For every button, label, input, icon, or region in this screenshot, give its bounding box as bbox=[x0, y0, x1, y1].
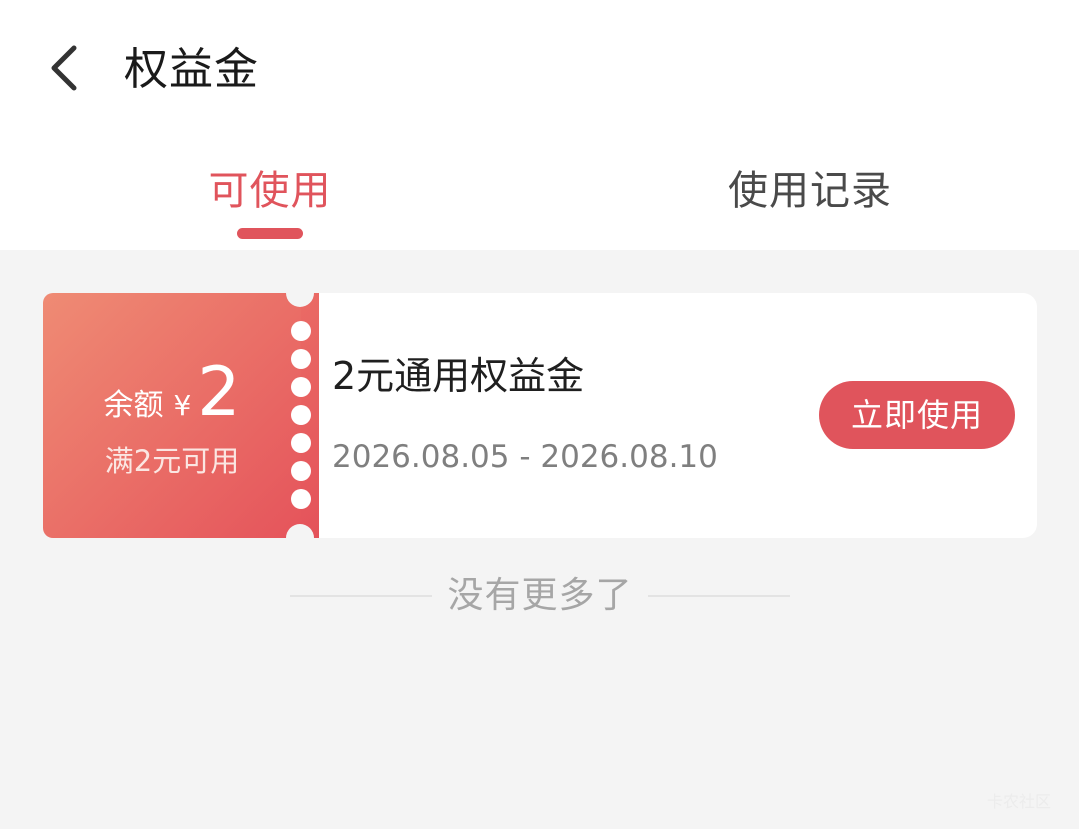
perforation-dot bbox=[291, 377, 311, 397]
tab-usage-records[interactable]: 使用记录 bbox=[690, 160, 930, 222]
use-now-button[interactable]: 立即使用 bbox=[819, 381, 1015, 449]
divider-left bbox=[290, 595, 432, 597]
coupon-validity-dates: 2026.08.05 - 2026.08.10 bbox=[332, 439, 718, 475]
perforation-dot bbox=[291, 433, 311, 453]
coupon-notch-bottom bbox=[286, 524, 314, 552]
perforation-dot bbox=[291, 461, 311, 481]
no-more-text: 没有更多了 bbox=[447, 575, 633, 616]
end-of-list-note: 没有更多了 bbox=[290, 570, 790, 622]
perforation-dot bbox=[291, 321, 311, 341]
usage-condition: 满2元可用 bbox=[104, 444, 240, 478]
balance-amount: 2 bbox=[197, 353, 241, 432]
chevron-left-icon bbox=[51, 45, 77, 91]
balance-line: 余额 ¥2 bbox=[43, 353, 301, 432]
tab-available[interactable]: 可使用 bbox=[170, 160, 370, 222]
active-tab-indicator bbox=[237, 228, 303, 239]
divider-right bbox=[648, 595, 790, 597]
back-button[interactable] bbox=[36, 36, 92, 100]
coupon-title: 2元通用权益金 bbox=[332, 354, 585, 398]
coupon-amount-panel: 余额 ¥2 满2元可用 bbox=[43, 293, 303, 538]
page-title: 权益金 bbox=[124, 44, 259, 95]
header: 权益金 可使用 使用记录 bbox=[0, 0, 1079, 250]
perforation-dot bbox=[291, 349, 311, 369]
coupon-notch-top bbox=[286, 279, 314, 307]
watermark: 卡农社区 bbox=[987, 792, 1052, 811]
perforation-dot bbox=[291, 489, 311, 509]
balance-label: 余额 bbox=[103, 388, 164, 423]
perforation-dot bbox=[291, 405, 311, 425]
currency-symbol: ¥ bbox=[173, 389, 192, 422]
coupon-card: 余额 ¥2 满2元可用 2元通用权益金 2026.08.05 - 2026.08.… bbox=[43, 279, 1037, 552]
